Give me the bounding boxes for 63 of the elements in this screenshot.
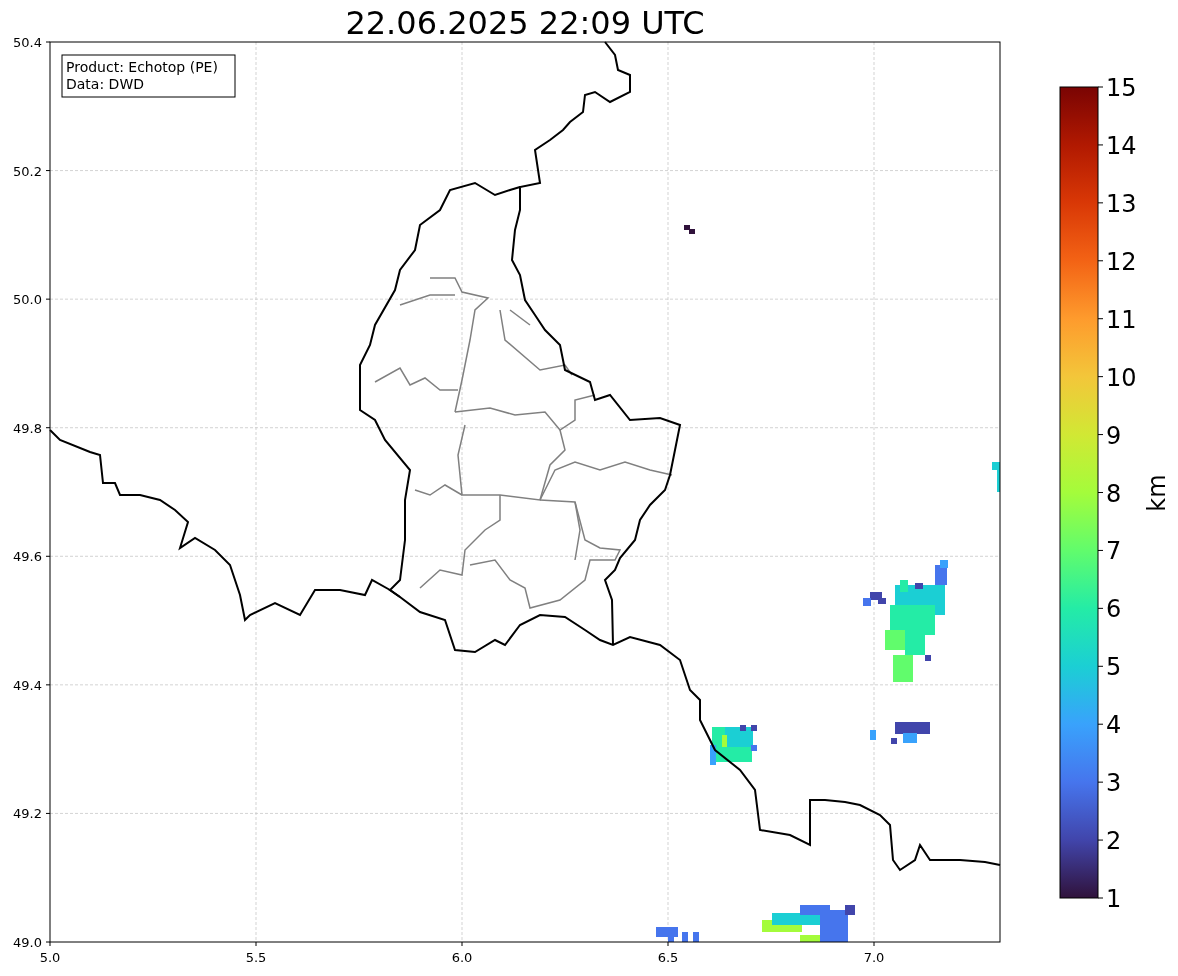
x-tick-label: 7.0 [863,950,885,965]
colorbar-tick-label: 12 [1106,247,1137,276]
tick-mark [1097,723,1104,725]
radar-echo [710,725,757,765]
y-tick-label: 50.2 [13,163,42,179]
chart-title: 22.06.2025 22:09 UTC [345,4,705,42]
colorbar-label: km [1143,474,1171,512]
colorbar-tick-label: 6 [1106,595,1122,624]
y-tick-label: 50.4 [13,35,42,50]
colorbar-tick-label: 8 [1106,479,1122,508]
tick-mark [1097,665,1104,667]
colorbar-tick-label: 4 [1106,711,1122,740]
tick-mark [45,684,51,686]
y-tick-label: 50.0 [13,292,42,308]
tick-mark [1097,202,1104,204]
info-text: Product: Echotop (PE) [66,59,218,75]
tick-mark [1097,492,1104,493]
radar-echo [656,927,699,942]
tick-mark [1097,549,1104,551]
tick-mark [667,941,669,947]
x-tick-label: 5.0 [39,950,61,965]
tick-mark [45,170,51,172]
colorbar-tick-label: 7 [1106,537,1122,566]
tick-mark [1097,144,1104,146]
y-tick-label: 49.0 [13,935,42,950]
tick-mark [1097,260,1104,262]
tick-mark [1097,839,1104,841]
x-tick-label: 5.5 [245,950,267,965]
colorbar-tick-label: 3 [1106,769,1122,798]
tick-mark [1097,318,1104,320]
tick-mark [255,941,257,947]
tick-mark [1097,434,1104,436]
colorbar-tick-label: 10 [1106,363,1137,392]
tick-mark [1097,86,1104,88]
colorbar-tick-label: 14 [1106,131,1137,160]
radar-echo [992,462,1000,492]
tick-mark [45,812,51,814]
tick-mark [1097,376,1104,378]
colorbar-tick-label: 1 [1106,885,1122,913]
tick-mark [45,427,51,429]
tick-mark [45,298,51,300]
x-tick-label: 6.0 [451,950,473,965]
colorbar-tick-label: 9 [1106,421,1122,450]
tick-mark [1097,607,1104,609]
tick-mark [1097,781,1104,783]
tick-mark [461,941,463,947]
colorbar-tick-label: 11 [1106,305,1137,334]
tick-mark [873,941,875,947]
tick-mark [45,555,51,557]
colorbar-tick-label: 13 [1106,189,1137,218]
y-tick-label: 49.6 [13,549,42,565]
y-tick-label: 49.8 [13,420,42,436]
tick-mark [1097,897,1104,899]
colorbar-tick-label: 2 [1106,827,1122,856]
radar-echo [870,722,930,744]
radar-echo [684,225,695,234]
y-tick-label: 49.2 [13,806,42,822]
colorbar-tick-label: 5 [1106,653,1122,682]
x-tick-label: 6.5 [657,950,679,965]
colorbar-tick-label: 15 [1106,74,1137,102]
tick-mark [45,41,51,43]
info-text: Data: DWD [66,76,144,92]
y-tick-label: 49.4 [13,677,42,693]
